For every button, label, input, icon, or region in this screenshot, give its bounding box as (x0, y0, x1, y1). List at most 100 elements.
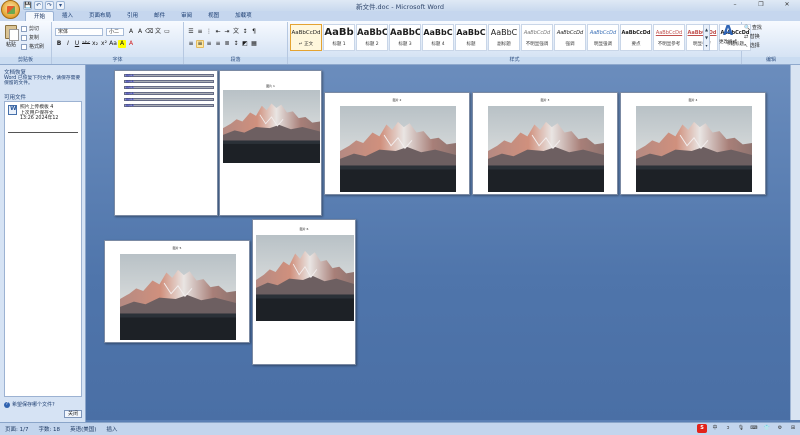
recovery-help-link[interactable]: ? 希望保存哪个文件? (4, 401, 55, 408)
mountain-photo[interactable] (340, 106, 456, 192)
minimize-button[interactable]: – (722, 0, 748, 10)
style-subtitle[interactable]: AaBbC 副标题 (488, 24, 520, 51)
subscript-button[interactable]: x₂ (91, 40, 99, 48)
page-4[interactable]: 图片 3 (472, 92, 618, 195)
select-button[interactable]: ↖ 选择 (744, 42, 762, 51)
ime-logo-icon[interactable]: S (697, 424, 707, 433)
toc-entry[interactable]: 图片 4 (124, 92, 214, 95)
highlight-button[interactable]: A (118, 40, 126, 48)
font-name-select[interactable]: 宋体 (55, 28, 103, 36)
style-intense-emphasis[interactable]: AaBbCcDd 明显强调 (587, 24, 619, 51)
copy-button[interactable]: 复制 (21, 34, 39, 41)
ime-chinese-icon[interactable]: 中 (710, 424, 720, 433)
toc-entry[interactable]: 图片 3 (124, 86, 214, 89)
change-styles-button[interactable]: A 更改样式 (716, 24, 740, 45)
distribute-icon[interactable]: ≣ (223, 40, 231, 48)
replace-button[interactable]: ⇄ 替换 (744, 33, 762, 42)
style-normal[interactable]: AaBbCcDd ↵ 正文 (290, 24, 322, 51)
bullets-icon[interactable]: ☰ (187, 28, 195, 36)
style-heading-1[interactable]: AaBb 标题 1 (323, 24, 355, 51)
tab-insert[interactable]: 插入 (54, 11, 81, 21)
border-icon[interactable]: ▦ (250, 40, 258, 48)
strikethrough-button[interactable]: abc (82, 40, 90, 48)
page-6[interactable]: 图片 5 (104, 240, 250, 343)
grow-font-icon[interactable]: A (127, 28, 135, 36)
style-gallery-scroll[interactable]: ▲ ▼ ▾ (703, 24, 710, 51)
page-5[interactable]: 图片 4 (620, 92, 766, 195)
tab-home[interactable]: 开始 (25, 11, 55, 21)
change-case-button[interactable]: Aa (109, 40, 117, 48)
multilevel-list-icon[interactable]: ⋮ (205, 28, 213, 36)
char-border-icon[interactable]: ▭ (163, 28, 171, 36)
font-size-select[interactable]: 小二 (106, 28, 124, 36)
paste-button[interactable]: 粘贴 (3, 25, 19, 55)
style-heading-3[interactable]: AaBbC 标题 3 (389, 24, 421, 51)
line-spacing-icon[interactable]: ↕ (232, 40, 240, 48)
sort-icon[interactable]: ↕ (241, 28, 249, 36)
tab-page-layout[interactable]: 页面布局 (81, 11, 119, 21)
clear-format-icon[interactable]: ⌫ (145, 28, 153, 36)
mountain-photo[interactable] (488, 106, 604, 192)
font-color-button[interactable]: A (127, 40, 135, 48)
style-subtle-emphasis[interactable]: AaBbCcDd 不明显强调 (521, 24, 553, 51)
italic-button[interactable]: I (64, 40, 72, 48)
mountain-photo[interactable] (256, 235, 354, 321)
page-7[interactable]: 图片 6 (252, 219, 356, 365)
tab-mailings[interactable]: 邮件 (146, 11, 173, 21)
mountain-photo[interactable] (636, 106, 752, 192)
style-subtle-reference[interactable]: AaBbCcDd 不明显参考 (653, 24, 685, 51)
settings-icon[interactable]: ⚙ (775, 424, 785, 433)
keyboard-icon[interactable]: ⌨ (749, 424, 759, 433)
gallery-more-icon[interactable]: ▾ (705, 43, 707, 48)
tab-add-ins[interactable]: 加载项 (227, 11, 260, 21)
mountain-photo[interactable] (120, 254, 236, 340)
chinese-layout-icon[interactable]: 文 (232, 28, 240, 36)
style-intense-reference[interactable]: AaBbCcDd 明显参考 (686, 24, 718, 51)
tab-view[interactable]: 视图 (200, 11, 227, 21)
style-heading-2[interactable]: AaBbC 标题 2 (356, 24, 388, 51)
underline-button[interactable]: U (73, 40, 81, 48)
style-emphasis[interactable]: AaBbCcDd 强调 (554, 24, 586, 51)
toc-entry[interactable]: 图片 2 (124, 80, 214, 83)
toc-entry[interactable]: 图片 1 (124, 74, 214, 77)
numbering-icon[interactable]: ≡ (196, 28, 204, 36)
style-strong[interactable]: AaBbCcDd 要点 (620, 24, 652, 51)
ime-punctuation-icon[interactable]: ↄ (723, 424, 733, 433)
maximize-button[interactable]: ❐ (748, 0, 774, 10)
align-right-icon[interactable]: ≡ (205, 40, 213, 48)
status-insert-mode[interactable]: 插入 (101, 425, 122, 433)
shading-icon[interactable]: ◩ (241, 40, 249, 48)
office-button[interactable] (1, 0, 20, 19)
page-1[interactable]: 图片 1 图片 2 图片 3 图片 4 图片 5 图片 6 (114, 70, 218, 216)
superscript-button[interactable]: x² (100, 40, 108, 48)
status-page[interactable]: 页面: 1/7 (0, 425, 33, 433)
format-painter-button[interactable]: 格式刷 (21, 43, 44, 50)
chevron-down-icon[interactable]: ▼ (705, 35, 708, 40)
find-button[interactable]: 🔍 查找 (744, 24, 762, 33)
align-center-icon[interactable]: ≡ (196, 40, 204, 48)
tab-review[interactable]: 审阅 (173, 11, 200, 21)
toc-entry[interactable]: 图片 6 (124, 104, 214, 107)
justify-icon[interactable]: ≡ (214, 40, 222, 48)
page-3[interactable]: 图片 2 (324, 92, 470, 195)
cut-button[interactable]: 剪切 (21, 25, 39, 32)
pinyin-icon[interactable]: 文 (154, 28, 162, 36)
close-button[interactable]: ✕ (774, 0, 800, 10)
style-title[interactable]: AaBbC 标题 (455, 24, 487, 51)
style-heading-4[interactable]: AaBbC 标题 4 (422, 24, 454, 51)
vertical-scrollbar[interactable] (790, 65, 800, 420)
microphone-icon[interactable]: 🎙 (736, 424, 746, 433)
mountain-photo[interactable] (223, 90, 320, 163)
chevron-up-icon[interactable]: ▲ (705, 27, 708, 32)
shrink-font-icon[interactable]: A (136, 28, 144, 36)
bold-button[interactable]: B (55, 40, 63, 48)
show-marks-icon[interactable]: ¶ (250, 28, 258, 36)
align-left-icon[interactable]: ≡ (187, 40, 195, 48)
skin-icon[interactable]: 👕 (762, 424, 772, 433)
toc-entry[interactable]: 图片 5 (124, 98, 214, 101)
decrease-indent-icon[interactable]: ⇤ (214, 28, 222, 36)
grid-icon[interactable]: ⊞ (788, 424, 798, 433)
recovery-close-button[interactable]: 关闭 (64, 410, 82, 418)
status-language[interactable]: 英语(美国) (65, 425, 101, 433)
page-2[interactable]: 图片 1 (219, 70, 322, 216)
